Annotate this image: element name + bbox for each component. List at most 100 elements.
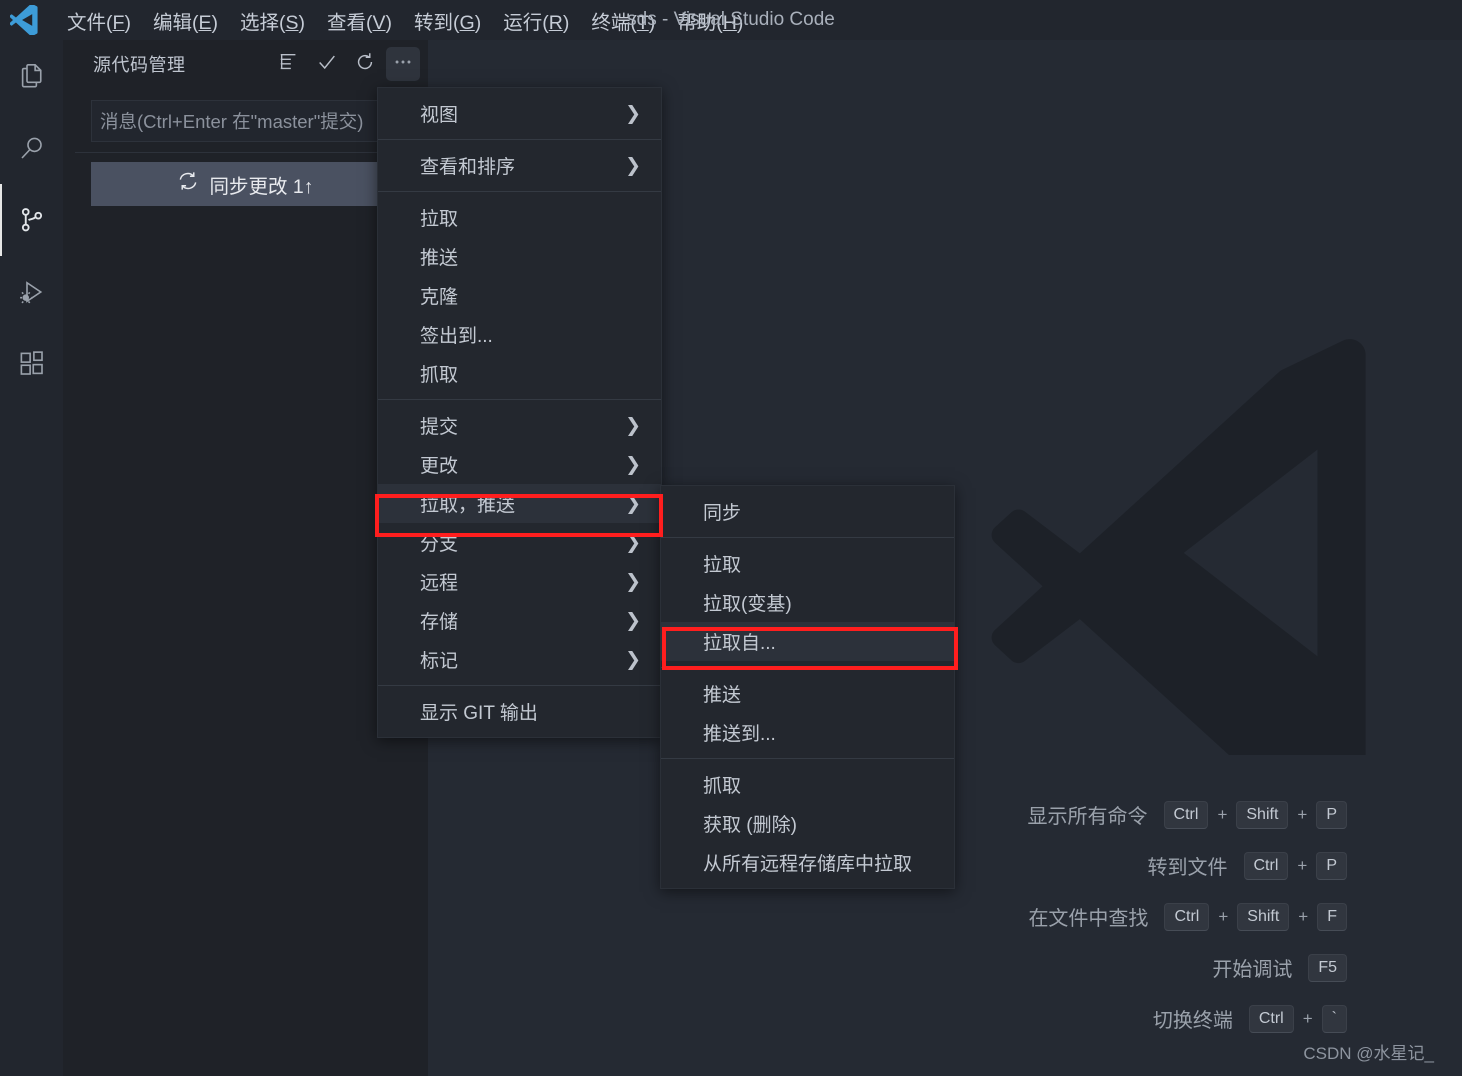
activitybar-item-source-control[interactable]	[0, 184, 63, 256]
menubar-item-run[interactable]: 运行(R)	[492, 3, 580, 38]
menu-item-changes[interactable]: 更改 ❯	[378, 445, 661, 484]
menu-separator	[378, 399, 661, 400]
scm-commit-button[interactable]	[310, 47, 344, 81]
menubar-label: 转到	[414, 11, 454, 34]
sync-changes-label: 同步更改 1↑	[209, 175, 314, 198]
scm-title: 源代码管理	[93, 55, 186, 75]
menubar-item-goto[interactable]: 转到(G)	[403, 3, 492, 38]
menubar-item-view[interactable]: 查看(V)	[316, 3, 403, 38]
check-icon	[316, 51, 338, 78]
commit-message-placeholder: 消息(Ctrl+Enter 在"master"提交)	[100, 111, 364, 132]
menu-separator	[378, 191, 661, 192]
menubar-accel: V	[372, 11, 386, 34]
kbd-key: Shift	[1237, 902, 1290, 931]
shortcut-label: 切换终端	[1152, 1010, 1233, 1032]
menubar-label: 帮助	[677, 11, 717, 34]
menu-item-fetch[interactable]: 抓取	[378, 354, 661, 393]
pull-push-submenu: 同步 拉取 拉取(变基) 拉取自... 推送 推送到... 抓取 获取 (删除)…	[660, 485, 955, 889]
submenu-item-pull-rebase[interactable]: 拉取(变基)	[661, 583, 954, 622]
submenu-item-push[interactable]: 推送	[661, 674, 954, 713]
menubar-accel: R	[548, 11, 563, 34]
menu-item-pull[interactable]: 拉取	[378, 198, 661, 237]
menu-item-label: 查看和排序	[420, 157, 516, 178]
menu-item-label: 签出到...	[420, 326, 493, 347]
menu-item-pull-push[interactable]: 拉取，推送 ❯	[378, 484, 661, 523]
menu-item-remote[interactable]: 远程 ❯	[378, 562, 661, 601]
menu-item-label: 标记	[420, 651, 459, 672]
commit-message-input[interactable]: 消息(Ctrl+Enter 在"master"提交)	[91, 100, 400, 142]
menubar-item-select[interactable]: 选择(S)	[229, 3, 316, 38]
activitybar-item-extensions[interactable]	[0, 328, 63, 400]
menu-item-view-and-sort[interactable]: 查看和排序 ❯	[378, 146, 661, 185]
scm-more-actions-button[interactable]	[386, 47, 420, 81]
shortcut-label: 转到文件	[1147, 857, 1228, 879]
menubar-label: 编辑	[152, 11, 192, 34]
menubar-accel: G	[459, 11, 475, 34]
shortcut-row: 转到文件 Ctrl + P	[1028, 851, 1347, 880]
submenu-item-push-to[interactable]: 推送到...	[661, 713, 954, 752]
kbd-plus: +	[1218, 906, 1229, 926]
menu-item-clone[interactable]: 克隆	[378, 276, 661, 315]
kbd-key: F	[1317, 902, 1347, 931]
kbd-plus: +	[1298, 906, 1309, 926]
shortcut-hints: 显示所有命令 Ctrl + Shift + P 转到文件 Ctrl + P 在文…	[1028, 800, 1347, 1033]
submenu-item-pull-from[interactable]: 拉取自...	[661, 622, 954, 661]
menu-item-label: 更改	[420, 456, 459, 477]
submenu-item-fetch[interactable]: 抓取	[661, 765, 954, 804]
menu-item-label: 拉取	[420, 209, 459, 230]
chevron-right-icon: ❯	[625, 454, 641, 475]
menubar-item-help[interactable]: 帮助(H)	[666, 3, 754, 38]
menubar-item-terminal[interactable]: 终端(T)	[580, 3, 666, 38]
chevron-right-icon: ❯	[625, 155, 641, 176]
list-flat-icon	[278, 51, 300, 78]
ellipsis-icon	[392, 51, 414, 78]
extensions-icon	[17, 349, 47, 379]
menubar-accel: S	[285, 11, 299, 34]
menubar-label: 查看	[327, 11, 367, 34]
chevron-right-icon: ❯	[625, 493, 641, 514]
activity-bar	[0, 40, 63, 1076]
menubar-label: 终端	[591, 11, 631, 34]
menu-item-label: 存储	[420, 612, 459, 633]
activitybar-item-explorer[interactable]	[0, 40, 63, 112]
menu-item-stash[interactable]: 存储 ❯	[378, 601, 661, 640]
submenu-item-pull[interactable]: 拉取	[661, 544, 954, 583]
submenu-item-pull-from-all-remotes[interactable]: 从所有远程存储库中拉取	[661, 843, 954, 882]
kbd-plus: +	[1217, 804, 1228, 824]
menu-item-label: 抓取	[420, 365, 459, 386]
chevron-right-icon: ❯	[625, 103, 641, 124]
search-icon	[17, 133, 47, 163]
menu-item-view[interactable]: 视图 ❯	[378, 94, 661, 133]
scm-context-menu: 视图 ❯ 查看和排序 ❯ 拉取 推送 克隆 签出到... 抓取 提交 ❯ 更改	[377, 87, 662, 738]
menubar-item-file[interactable]: 文件(F)	[56, 3, 142, 38]
menu-item-show-git-output[interactable]: 显示 GIT 输出	[378, 692, 661, 731]
kbd-key: Shift	[1236, 800, 1289, 829]
source-control-icon	[17, 205, 47, 235]
shortcut-row: 在文件中查找 Ctrl + Shift + F	[1028, 902, 1347, 931]
menu-item-label: 同步	[703, 503, 742, 524]
sync-changes-button[interactable]: 同步更改 1↑	[91, 162, 400, 206]
menu-item-label: 获取 (删除)	[703, 815, 797, 836]
menu-item-commit[interactable]: 提交 ❯	[378, 406, 661, 445]
menu-item-label: 拉取自...	[703, 633, 776, 654]
chevron-right-icon: ❯	[625, 532, 641, 553]
scm-action-bar	[272, 47, 428, 81]
submenu-item-fetch-prune[interactable]: 获取 (删除)	[661, 804, 954, 843]
menu-item-label: 推送	[420, 248, 459, 269]
menu-separator	[378, 139, 661, 140]
menu-item-label: 从所有远程存储库中拉取	[703, 854, 913, 875]
submenu-item-sync[interactable]: 同步	[661, 492, 954, 531]
scm-refresh-button[interactable]	[348, 47, 382, 81]
scm-view-as-list-button[interactable]	[272, 47, 306, 81]
vscode-watermark-logo-icon	[958, 325, 1378, 834]
menubar-item-edit[interactable]: 编辑(E)	[142, 3, 229, 38]
menu-item-branch[interactable]: 分支 ❯	[378, 523, 661, 562]
kbd-key: Ctrl	[1243, 851, 1289, 880]
menu-item-checkout-to[interactable]: 签出到...	[378, 315, 661, 354]
activitybar-item-search[interactable]	[0, 112, 63, 184]
menu-separator	[661, 537, 954, 538]
activitybar-item-run-debug[interactable]	[0, 256, 63, 328]
kbd-key: `	[1321, 1004, 1347, 1033]
menu-item-push[interactable]: 推送	[378, 237, 661, 276]
menu-item-tags[interactable]: 标记 ❯	[378, 640, 661, 679]
